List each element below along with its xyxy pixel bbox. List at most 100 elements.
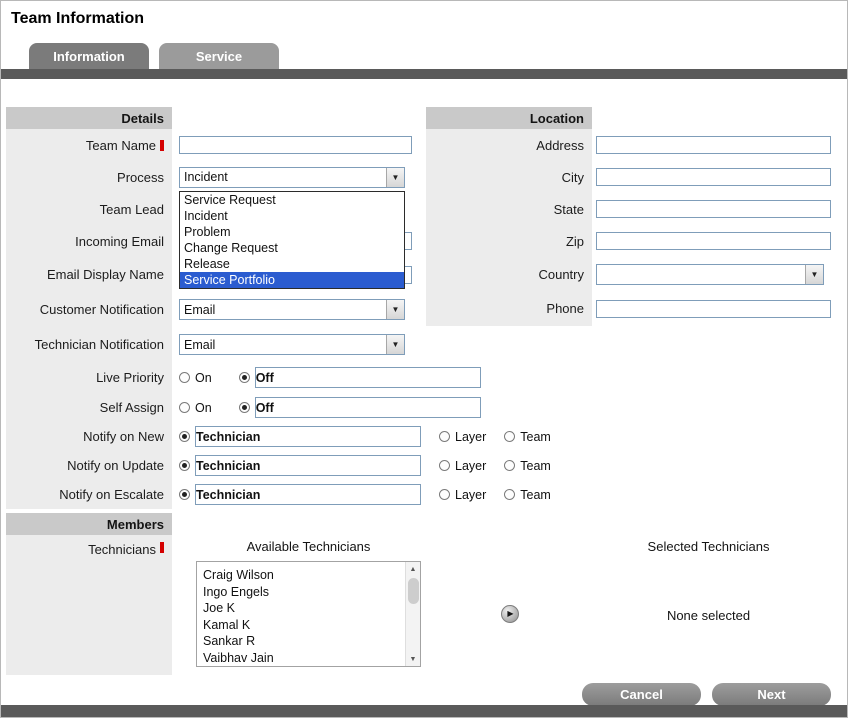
technician-item[interactable]: Kamal K: [203, 617, 420, 634]
technicians-row: Technicians Available Technicians Craig …: [6, 535, 841, 675]
country-row: Country ▼: [426, 257, 836, 291]
technician-item[interactable]: Ingo Engels: [203, 584, 420, 601]
city-row: City: [426, 161, 836, 193]
technician-notification-select[interactable]: Email ▼: [179, 334, 405, 355]
notify-on-new-label: Notify on New: [6, 422, 172, 451]
notify-on-escalate-row: Notify on Escalate Technician Layer Team: [6, 480, 841, 509]
technicians-field: Available Technicians Craig Wilson Ingo …: [196, 535, 816, 675]
self-assign-label: Self Assign: [6, 393, 172, 422]
process-option-change-request[interactable]: Change Request: [180, 240, 404, 256]
tab-bar: Information Service: [29, 43, 279, 69]
process-option-service-request[interactable]: Service Request: [180, 192, 404, 208]
self-assign-on-radio[interactable]: [179, 402, 190, 413]
country-label: Country: [426, 257, 592, 291]
available-technicians-column: Available Technicians Craig Wilson Ingo …: [196, 539, 421, 675]
required-marker: [160, 542, 164, 553]
address-label: Address: [426, 129, 592, 161]
state-label: State: [426, 193, 592, 225]
phone-input[interactable]: [596, 300, 831, 318]
city-label: City: [426, 161, 592, 193]
notify-escalate-layer-radio[interactable]: [439, 489, 450, 500]
technician-item[interactable]: Craig Wilson: [203, 567, 420, 584]
self-assign-off-label: Off: [255, 397, 481, 418]
team-lead-label: Team Lead: [6, 193, 172, 225]
notify-update-layer-radio[interactable]: [439, 460, 450, 471]
scroll-up-icon[interactable]: ▲: [406, 562, 421, 576]
team-name-label-text: Team Name: [86, 138, 156, 153]
process-options-list: Service Request Incident Problem Change …: [179, 191, 405, 289]
customer-notification-value: Email: [180, 303, 386, 317]
notify-update-layer-label: Layer: [455, 459, 486, 473]
customer-notification-select[interactable]: Email ▼: [179, 299, 405, 320]
process-option-problem[interactable]: Problem: [180, 224, 404, 240]
dropdown-arrow-icon[interactable]: ▼: [386, 300, 404, 319]
move-right-button[interactable]: ▶: [501, 605, 519, 623]
notify-new-team-label: Team: [520, 430, 551, 444]
team-name-input[interactable]: [179, 136, 412, 154]
technician-notification-label: Technician Notification: [6, 327, 172, 362]
customer-notification-label: Customer Notification: [6, 292, 172, 327]
notify-update-team-radio[interactable]: [504, 460, 515, 471]
page-title: Team Information: [11, 10, 144, 28]
location-section: Location Address City State Zip Country …: [426, 107, 836, 326]
zip-input[interactable]: [596, 232, 831, 250]
technician-notification-row: Technician Notification Email ▼: [6, 327, 841, 362]
process-select-value: Incident: [180, 170, 386, 184]
live-priority-off-radio[interactable]: [239, 372, 250, 383]
notify-new-layer-label: Layer: [455, 430, 486, 444]
dropdown-arrow-icon[interactable]: ▼: [386, 335, 404, 354]
live-priority-label: Live Priority: [6, 362, 172, 393]
dropdown-arrow-icon[interactable]: ▼: [805, 265, 823, 284]
process-option-service-portfolio[interactable]: Service Portfolio: [180, 272, 404, 288]
process-option-release[interactable]: Release: [180, 256, 404, 272]
technicians-label-text: Technicians: [88, 542, 156, 557]
live-priority-on-radio[interactable]: [179, 372, 190, 383]
notify-update-team-label: Team: [520, 459, 551, 473]
notify-new-team-radio[interactable]: [504, 431, 515, 442]
zip-row: Zip: [426, 225, 836, 257]
notify-escalate-layer-label: Layer: [455, 488, 486, 502]
address-input[interactable]: [596, 136, 831, 154]
next-button[interactable]: Next: [712, 683, 831, 706]
notify-on-update-row: Notify on Update Technician Layer Team: [6, 451, 841, 480]
location-header: Location: [426, 107, 592, 129]
notify-on-new-row: Notify on New Technician Layer Team: [6, 422, 841, 451]
zip-label: Zip: [426, 225, 592, 257]
city-input[interactable]: [596, 168, 831, 186]
scrollbar-thumb[interactable]: [408, 578, 419, 604]
technician-item[interactable]: Vaibhav Jain: [203, 650, 420, 667]
notify-escalate-technician-label: Technician: [195, 484, 421, 505]
notify-new-technician-label: Technician: [195, 426, 421, 447]
members-header: Members: [6, 513, 172, 535]
cancel-button[interactable]: Cancel: [582, 683, 701, 706]
country-select[interactable]: ▼: [596, 264, 824, 285]
process-select[interactable]: Incident ▼: [179, 167, 405, 188]
process-option-incident[interactable]: Incident: [180, 208, 404, 224]
available-technicians-header: Available Technicians: [196, 539, 421, 554]
team-information-window: Team Information Information Service Det…: [0, 0, 848, 718]
notify-new-technician-radio[interactable]: [179, 431, 190, 442]
bottom-divider-bar: [1, 705, 847, 717]
scroll-down-icon[interactable]: ▼: [406, 652, 421, 666]
live-priority-row: Live Priority On Off: [6, 362, 841, 393]
tab-information[interactable]: Information: [29, 43, 149, 69]
self-assign-off-radio[interactable]: [239, 402, 250, 413]
technician-item[interactable]: Joe K: [203, 600, 420, 617]
technician-item[interactable]: Sankar R: [203, 633, 420, 650]
tab-service[interactable]: Service: [159, 43, 279, 69]
state-input[interactable]: [596, 200, 831, 218]
required-marker: [160, 140, 164, 151]
details-header: Details: [6, 107, 172, 129]
notify-escalate-team-label: Team: [520, 488, 551, 502]
notify-escalate-team-radio[interactable]: [504, 489, 515, 500]
notify-on-escalate-label: Notify on Escalate: [6, 480, 172, 509]
technician-list: Craig Wilson Ingo Engels Joe K Kamal K S…: [197, 562, 420, 666]
address-row: Address: [426, 129, 836, 161]
notify-update-technician-radio[interactable]: [179, 460, 190, 471]
available-technicians-listbox[interactable]: Craig Wilson Ingo Engels Joe K Kamal K S…: [196, 561, 421, 667]
notify-escalate-technician-radio[interactable]: [179, 489, 190, 500]
selected-technicians-header: Selected Technicians: [601, 539, 816, 554]
dropdown-arrow-icon[interactable]: ▼: [386, 168, 404, 187]
notify-new-layer-radio[interactable]: [439, 431, 450, 442]
listbox-scrollbar[interactable]: ▲ ▼: [405, 562, 420, 666]
